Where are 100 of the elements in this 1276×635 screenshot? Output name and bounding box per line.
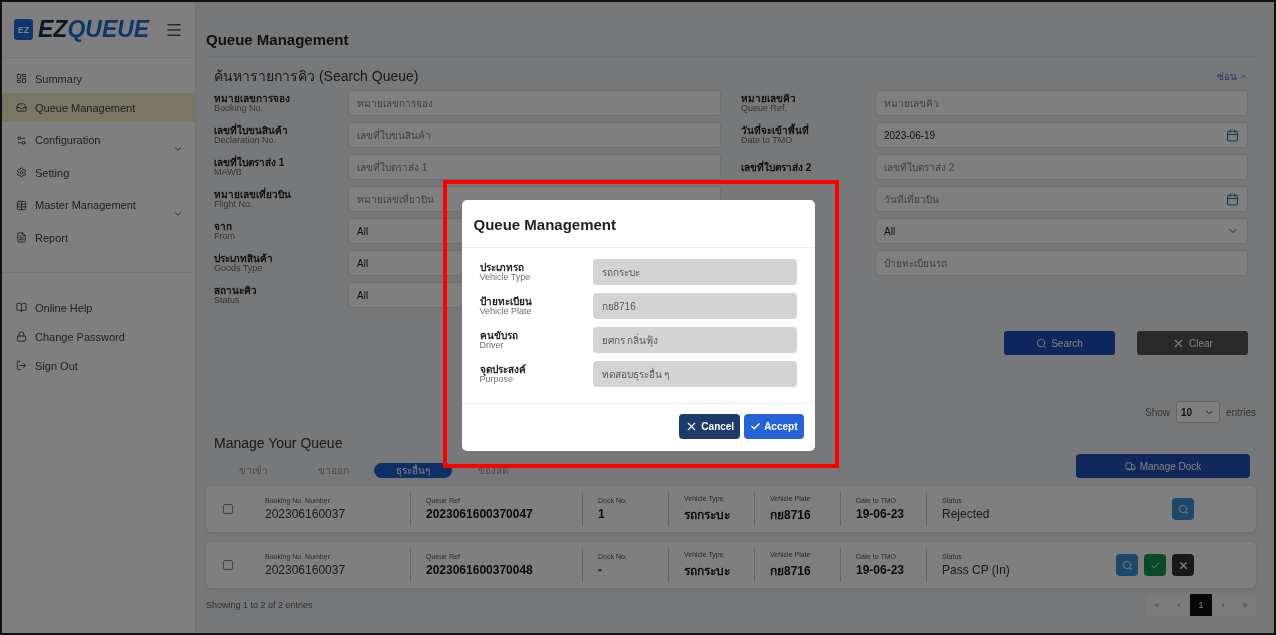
field-label: จาก — [214, 220, 233, 232]
pagination-button[interactable]: 1 — [1190, 594, 1212, 616]
entries-summary: Showing 1 to 2 of 2 entries — [206, 600, 313, 610]
field-label: หมายเลขเที่ยวบิน — [214, 188, 292, 200]
search-button[interactable]: Search — [1004, 331, 1115, 355]
check-icon — [750, 421, 762, 432]
sidebar-item[interactable]: Report — [2, 223, 195, 252]
section-title: ค้นหารายการคิว (Search Queue) — [214, 67, 419, 86]
table-cell-text: กย8716 — [770, 562, 812, 580]
chevron-down-icon — [173, 209, 183, 219]
field-sublabel: Booking No. — [214, 103, 264, 114]
field-label: ป้ายทะเบียน — [479, 295, 533, 307]
field-sublabel: Vehicle Type — [479, 272, 532, 283]
field-label: หมายเลขคิว — [741, 92, 797, 104]
tab[interactable]: ธุระอื่นๆ — [374, 463, 452, 478]
date-field[interactable]: 2023-06-19 — [875, 122, 1248, 148]
sidebar-icon — [16, 360, 27, 371]
search-icon — [1036, 337, 1048, 349]
modal-title: Queue Management — [461, 200, 815, 248]
entries-label: entries — [1226, 406, 1256, 418]
checkbox[interactable] — [223, 504, 233, 514]
field-sublabel: Driver — [479, 340, 504, 351]
field-label: ประเภทสินค้า — [214, 252, 274, 264]
approve-button[interactable] — [1144, 554, 1166, 576]
field-label: ประเภทรถ — [479, 261, 525, 273]
reject-button[interactable] — [1172, 554, 1194, 576]
input-field[interactable]: เลขที่ใบตราส่ง 1 — [348, 154, 721, 180]
input-field[interactable]: หมายเลขคิว — [875, 90, 1248, 116]
sidebar-item[interactable]: Master Management — [2, 187, 195, 223]
input-field[interactable]: ป้ายทะเบียนรถ — [875, 250, 1248, 276]
table-cell-text: Rejected — [942, 507, 991, 521]
sidebar-item[interactable]: Online Help — [2, 293, 195, 322]
sidebar-item[interactable]: Sign Out — [2, 351, 195, 380]
table-cell-text: 19-06-23 — [856, 563, 906, 577]
table-cell-text: 1 — [598, 507, 606, 521]
accept-button[interactable]: Accept — [744, 414, 804, 439]
search-icon — [1177, 503, 1189, 515]
truck-icon — [1124, 460, 1136, 472]
pagination-button[interactable]: ‹ — [1168, 594, 1190, 616]
table-cell-text: 2023061600370047 — [426, 507, 534, 521]
field-label: สถานะคิว — [214, 284, 258, 296]
sidebar-icon — [16, 199, 27, 211]
field-sublabel: Flight No. — [214, 199, 253, 210]
cancel-button[interactable]: Cancel — [679, 414, 741, 439]
hide-link[interactable]: ซ่อน — [1217, 68, 1248, 84]
field-label: วันที่จะเข้าพื้นที่ — [741, 124, 810, 136]
field-sublabel: Vehicle Plate — [479, 306, 533, 317]
field-label: เลขที่ใบขนสินค้า — [214, 124, 289, 136]
pagination-button[interactable]: » — [1234, 594, 1256, 616]
field-sublabel: Goods Type — [214, 263, 263, 274]
sidebar-item[interactable]: Queue Management — [2, 93, 195, 122]
input-field[interactable]: รถกระบะ — [592, 259, 797, 285]
calendar-icon — [1226, 128, 1239, 142]
table-cell-text: 2023061600370048 — [426, 563, 534, 577]
table-cell-text: รถกระบะ — [684, 506, 731, 524]
input-field[interactable]: หมายเลขการจอง — [348, 90, 721, 116]
manage-dock-button[interactable]: Manage Dock — [1076, 454, 1250, 478]
sidebar-icon — [16, 102, 27, 113]
check-icon — [1149, 559, 1161, 571]
field-label: เลขที่ใบตราส่ง 2 — [741, 161, 813, 173]
sidebar-item[interactable]: Configuration — [2, 122, 195, 158]
show-label: Show — [1144, 406, 1170, 418]
input-field[interactable]: กย8716 — [592, 293, 797, 319]
sidebar-icon — [16, 331, 27, 342]
table-cell-text: รถกระบะ — [684, 562, 731, 580]
sidebar-item[interactable]: Summary — [2, 64, 195, 93]
field-sublabel: Declaration No. — [214, 135, 277, 146]
chevron-down-icon — [173, 144, 183, 154]
table-cell-text: 202306160037 — [265, 563, 347, 577]
input-field[interactable]: ยศกร กลิ่นฟุ้ง — [592, 327, 797, 353]
checkbox[interactable] — [223, 560, 233, 570]
pagination-button[interactable]: › — [1212, 594, 1234, 616]
entries-select[interactable]: 10 — [1176, 401, 1220, 423]
close-icon — [1177, 559, 1189, 571]
sidebar-item[interactable]: Setting — [2, 158, 195, 187]
clear-button[interactable]: Clear — [1137, 331, 1248, 355]
input-field[interactable]: เลขที่ใบขนสินค้า — [348, 122, 721, 148]
sidebar-icon — [16, 232, 27, 243]
calendar-icon — [1226, 192, 1239, 206]
pagination-button[interactable]: « — [1146, 594, 1168, 616]
section-title: Manage Your Queue — [214, 435, 344, 451]
field-sublabel: MAWB — [214, 167, 242, 178]
sidebar-icon — [16, 302, 27, 313]
field-label: คนขับรถ — [479, 329, 519, 341]
table-cell-text: 202306160037 — [265, 507, 347, 521]
select-field[interactable]: All — [875, 218, 1248, 244]
sidebar-icon — [16, 167, 27, 178]
search-button[interactable] — [1116, 554, 1138, 576]
date-field[interactable]: วันที่เที่ยวบิน — [875, 186, 1248, 212]
table-cell-text: กย8716 — [770, 506, 812, 524]
search-button[interactable] — [1172, 498, 1194, 520]
table-cell-text: Pass CP (In) — [942, 563, 1011, 577]
logo: EZ EZQUEUE — [14, 16, 150, 43]
sidebar-item[interactable]: Change Password — [2, 322, 195, 351]
table-cell-text: 19-06-23 — [856, 507, 906, 521]
input-field[interactable]: ทดสอบธุระอื่น ๆ — [592, 361, 797, 387]
search-icon — [1121, 559, 1133, 571]
field-label: จุดประสงค์ — [479, 363, 527, 375]
field-sublabel: Date to TMO — [741, 135, 793, 146]
field-label: หมายเลขการจอง — [214, 92, 291, 104]
